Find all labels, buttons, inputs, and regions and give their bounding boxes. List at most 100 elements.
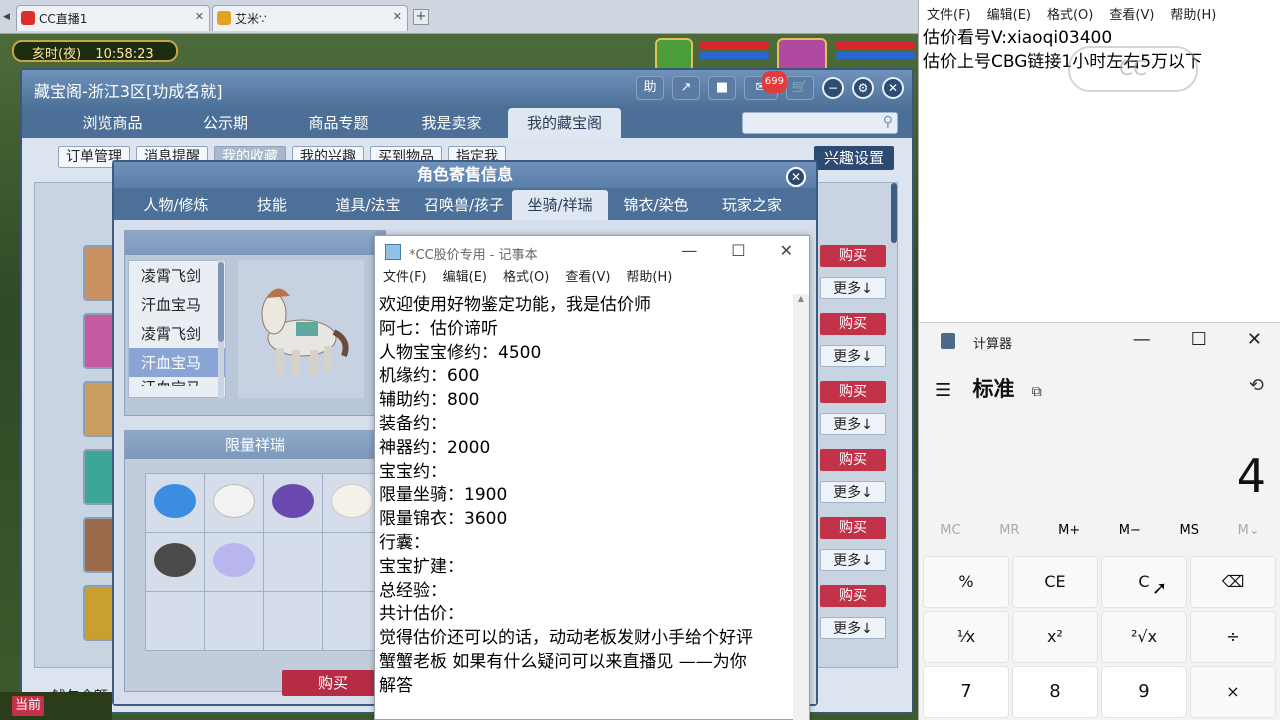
buy-button[interactable]: 购买 [820,585,886,607]
close-tab-icon[interactable]: ✕ [195,10,204,23]
history-icon[interactable]: ⟲ [1249,375,1264,396]
memory-list-button[interactable]: M⌄ [1238,523,1260,538]
nav-tab-public[interactable]: 公示期 [169,108,282,138]
tab-pets[interactable]: 召唤兽/孩子 [416,190,512,220]
grid-cell[interactable] [205,533,263,591]
tab-skills[interactable]: 技能 [224,190,320,220]
square-button[interactable]: x² [1012,611,1098,663]
more-button[interactable]: 更多↓ [820,481,886,503]
memory-store-button[interactable]: MS [1180,523,1199,538]
maximize-icon[interactable]: ☐ [731,241,745,260]
backspace-button[interactable]: ⌫ [1190,556,1276,608]
hamburger-menu-icon[interactable]: ☰ [935,380,951,401]
menu-file[interactable]: 文件(F) [927,4,971,24]
list-item[interactable]: 凌霄飞剑 [129,261,225,290]
grid-cell[interactable] [146,474,204,532]
buy-button[interactable]: 购买 [820,517,886,539]
buy-button[interactable]: 购买 [282,670,384,696]
buy-button[interactable]: 购买 [820,449,886,471]
search-input[interactable]: ⚲ [742,112,898,134]
minimize-icon[interactable]: — [681,241,697,260]
clear-button[interactable]: C [1101,556,1187,608]
buy-button[interactable]: 购买 [820,381,886,403]
grid-cell[interactable] [264,592,322,650]
menu-format[interactable]: 格式(O) [1047,4,1093,24]
notepad-text-area[interactable]: 欢迎使用好物鉴定功能，我是估价师 阿七：估价谛听 人物宝宝修约：4500 机缘约：60… [379,294,789,718]
memory-recall-button[interactable]: MR [999,523,1019,538]
tab-items[interactable]: 道具/法宝 [320,190,416,220]
pet-avatar[interactable] [655,38,693,72]
digit-9-button[interactable]: 9 [1101,666,1187,718]
minimize-icon[interactable]: − [822,77,844,99]
divide-button[interactable]: ÷ [1190,611,1276,663]
grid-cell[interactable] [323,533,381,591]
more-button[interactable]: 更多↓ [820,277,886,299]
close-icon[interactable]: ✕ [882,77,904,99]
percent-button[interactable]: % [923,556,1009,608]
list-item-selected[interactable]: 汗血宝马 [129,348,225,377]
grid-cell[interactable] [323,474,381,532]
grid-cell[interactable] [323,592,381,650]
menu-edit[interactable]: 编辑(E) [443,266,487,288]
settings-icon[interactable]: ⚙ [852,77,874,99]
menu-edit[interactable]: 编辑(E) [987,4,1031,24]
maximize-icon[interactable]: ☐ [1191,329,1207,350]
menu-help[interactable]: 帮助(H) [1170,4,1216,24]
memory-add-button[interactable]: M+ [1058,523,1080,538]
tab-outfits[interactable]: 锦衣/染色 [608,190,704,220]
menu-view[interactable]: 查看(V) [565,266,610,288]
list-item[interactable]: 汗血宝马 [129,377,225,386]
notepad-scrollbar[interactable]: ▲ [793,294,809,720]
grid-cell[interactable] [264,533,322,591]
search-icon[interactable]: ⚲ [883,114,893,130]
help-button[interactable]: 助 [636,76,664,100]
browser-tab-2[interactable]: 艾米∵ ✕ [212,5,408,31]
new-tab-button[interactable]: + [413,9,429,25]
tab-character[interactable]: 人物/修炼 [128,190,224,220]
multiply-button[interactable]: × [1190,666,1276,718]
menu-file[interactable]: 文件(F) [383,266,427,288]
tab-mounts[interactable]: 坐骑/祥瑞 [512,190,608,220]
reciprocal-button[interactable]: ¹⁄x [923,611,1009,663]
share-icon[interactable]: ↗ [672,76,700,100]
more-button[interactable]: 更多↓ [820,345,886,367]
nav-tab-seller[interactable]: 我是卖家 [395,108,508,138]
dialog-close-icon[interactable]: ✕ [786,167,806,187]
list-item[interactable]: 凌霄飞剑 [129,319,225,348]
nav-tab-topics[interactable]: 商品专题 [282,108,395,138]
list-item[interactable]: 汗血宝马 [129,290,225,319]
close-icon[interactable]: ✕ [1247,329,1262,350]
scroll-up-icon[interactable]: ▲ [793,294,809,303]
grid-cell[interactable] [205,474,263,532]
tab-home[interactable]: 玩家之家 [704,190,800,220]
digit-7-button[interactable]: 7 [923,666,1009,718]
memory-subtract-button[interactable]: M− [1119,523,1141,538]
close-icon[interactable]: ✕ [780,241,793,260]
channel-current-button[interactable]: 当前 [12,696,45,716]
grid-cell[interactable] [205,592,263,650]
cart-icon[interactable]: 🛒 [786,76,814,100]
tab-scroll-left-icon[interactable]: ◀ [3,12,10,22]
buy-button[interactable]: 购买 [820,245,886,267]
memory-clear-button[interactable]: MC [940,523,960,538]
menu-format[interactable]: 格式(O) [503,266,549,288]
browser-tab-1[interactable]: CC直播1 ✕ [16,5,210,31]
more-button[interactable]: 更多↓ [820,617,886,639]
message-icon[interactable]: ✉ 699 [744,71,787,100]
keep-on-top-icon[interactable]: ⧉ [1032,384,1042,400]
minimize-icon[interactable]: — [1133,329,1151,350]
close-tab-icon[interactable]: ✕ [393,10,402,23]
nav-tab-browse[interactable]: 浏览商品 [56,108,169,138]
stop-icon[interactable]: ■ [708,76,736,100]
mount-list-scrollbar[interactable] [218,260,224,398]
more-button[interactable]: 更多↓ [820,549,886,571]
interest-settings-button[interactable]: 兴趣设置 [813,146,894,170]
menu-view[interactable]: 查看(V) [1109,4,1154,24]
grid-cell[interactable] [264,474,322,532]
nav-tab-my-cbg[interactable]: 我的藏宝阁 [508,108,621,138]
digit-8-button[interactable]: 8 [1012,666,1098,718]
square-root-button[interactable]: ²√x [1101,611,1187,663]
clear-entry-button[interactable]: CE [1012,556,1098,608]
grid-cell[interactable] [146,592,204,650]
grid-cell[interactable] [146,533,204,591]
